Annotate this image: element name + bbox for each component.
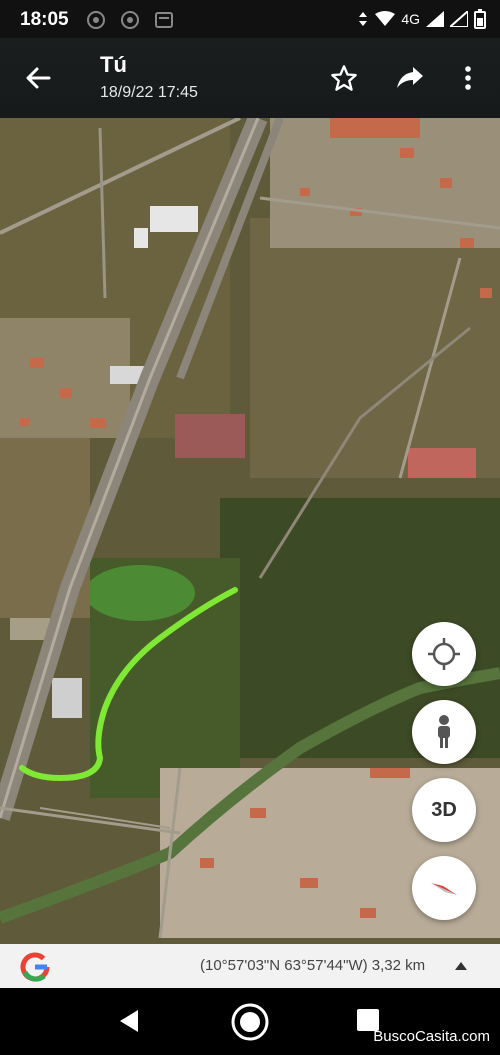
compass-icon [431, 883, 457, 895]
google-logo-icon [20, 952, 50, 982]
back-arrow-icon [26, 67, 51, 89]
battery-icon [474, 9, 486, 29]
chrome-icon [121, 11, 139, 29]
share-arrow-icon [397, 67, 423, 88]
status-bar: 18:05 4G [0, 0, 500, 38]
star-icon [331, 65, 357, 91]
data-arrows-icon [359, 12, 368, 26]
news-icon [155, 12, 173, 28]
signal-icon [450, 11, 468, 27]
more-vert-icon [465, 66, 471, 90]
timestamp: 18/9/22 17:45 [100, 84, 198, 101]
signal-icon [426, 11, 444, 27]
coordinates-text: (10°57'03"N 63°57'44"W) 3,32 km [200, 957, 426, 974]
three-d-button[interactable]: 3D [412, 778, 476, 842]
chrome-icon [87, 11, 105, 29]
info-bar[interactable]: (10°57'03"N 63°57'44"W) 3,32 km [0, 944, 500, 988]
three-d-label: 3D [431, 798, 457, 821]
page-title: Tú [100, 52, 127, 77]
watermark: BuscoCasita.com [373, 1028, 490, 1045]
wifi-icon [375, 11, 396, 26]
share-button[interactable] [390, 58, 430, 98]
satellite-map[interactable]: 3D [0, 118, 500, 944]
back-button[interactable] [18, 58, 58, 98]
compass-button[interactable] [412, 856, 476, 920]
my-location-button[interactable] [412, 622, 476, 686]
home-nav-icon[interactable] [230, 1002, 270, 1042]
street-view-button[interactable] [412, 700, 476, 764]
network-type: 4G [401, 11, 420, 27]
more-options-button[interactable] [448, 58, 488, 98]
toolbar: Tú 18/9/22 17:45 [0, 38, 500, 118]
crosshair-icon [428, 638, 460, 670]
system-icons: 4G [357, 9, 486, 29]
status-time: 18:05 [20, 9, 69, 30]
notification-icons [86, 10, 174, 30]
back-nav-icon[interactable] [118, 1008, 140, 1034]
star-button[interactable] [324, 58, 364, 98]
expand-up-icon[interactable] [454, 961, 468, 971]
pegman-icon [438, 715, 450, 748]
system-navigation-bar: BuscoCasita.com [0, 988, 500, 1055]
